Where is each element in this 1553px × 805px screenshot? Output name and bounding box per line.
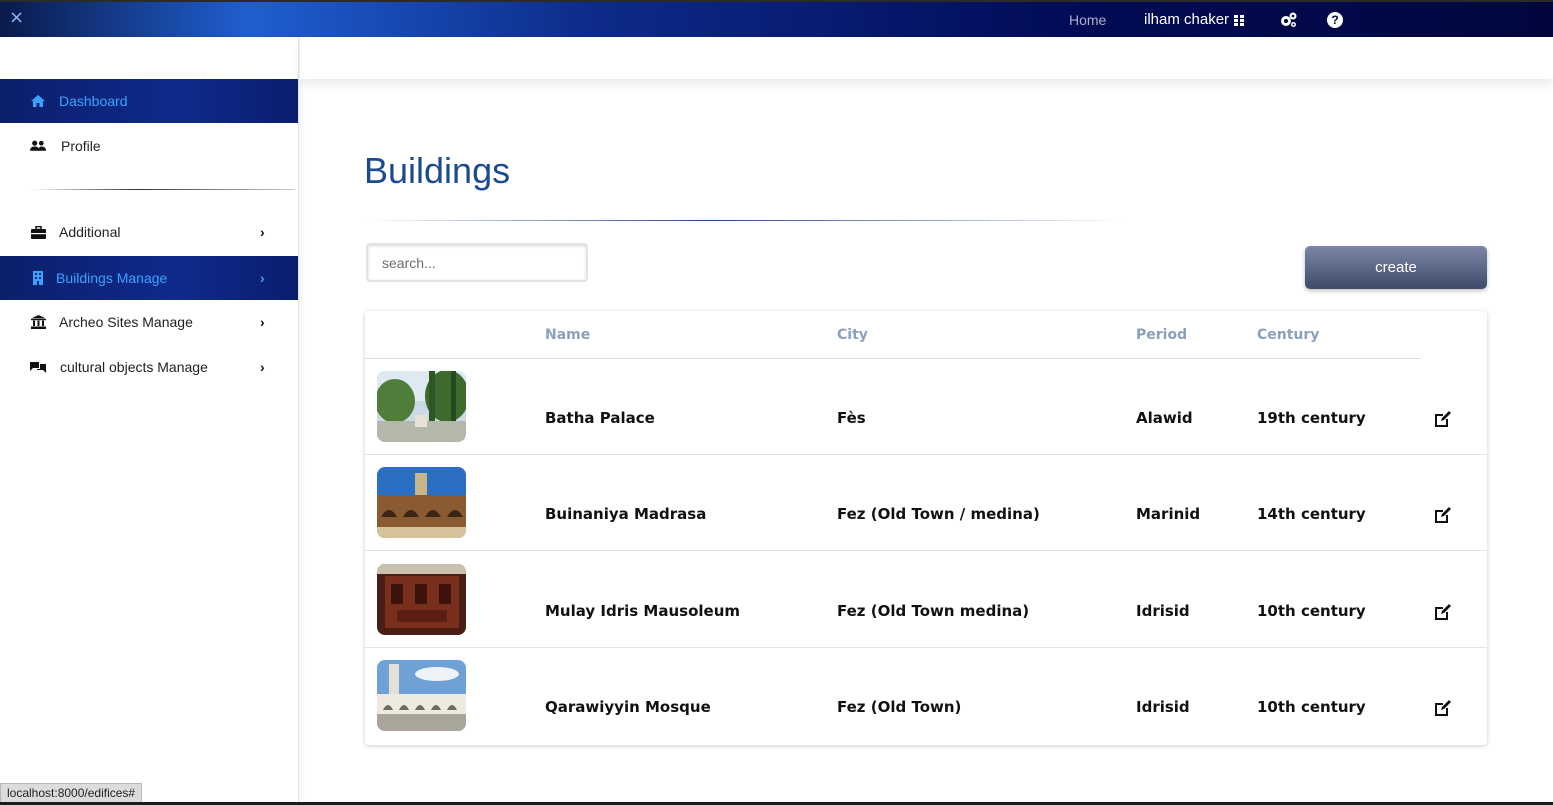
user-menu[interactable]: ilham chaker <box>1144 11 1245 28</box>
column-header-period[interactable]: Period <box>1136 327 1187 343</box>
sidebar: Dashboard Profile Additional › Buildings… <box>0 37 299 805</box>
building-thumbnail <box>377 467 466 538</box>
sidebar-divider <box>30 189 295 190</box>
sidebar-item-archeo-sites[interactable]: Archeo Sites Manage › <box>0 300 298 344</box>
cell-city: Fez (Old Town medina) <box>837 602 1030 620</box>
cell-name: Buinaniya Madrasa <box>545 505 707 523</box>
chevron-right-icon: › <box>260 270 265 286</box>
sidebar-item-label: Profile <box>61 138 101 154</box>
edit-icon[interactable] <box>1433 602 1453 622</box>
building-thumbnail <box>377 660 466 731</box>
landmark-icon <box>30 314 46 330</box>
table-row[interactable]: Batha Palace Fès Alawid 19th century <box>365 359 1487 455</box>
gears-icon[interactable] <box>1279 10 1299 30</box>
cell-century: 10th century <box>1257 698 1366 716</box>
nav-home-link[interactable]: Home <box>1069 12 1106 28</box>
cell-name: Mulay Idris Mausoleum <box>545 602 740 620</box>
sidebar-item-dashboard[interactable]: Dashboard <box>0 79 298 123</box>
sidebar-item-profile[interactable]: Profile <box>0 124 298 168</box>
cell-period: Idrisid <box>1136 602 1190 620</box>
browser-status-url: localhost:8000/edifices# <box>0 783 143 804</box>
sidebar-item-label: Dashboard <box>59 93 128 109</box>
cell-century: 10th century <box>1257 602 1366 620</box>
help-icon[interactable]: ? <box>1327 12 1343 28</box>
search-input[interactable] <box>366 243 588 282</box>
building-thumbnail <box>377 564 466 635</box>
building-thumbnail <box>377 371 466 442</box>
close-sidebar-icon[interactable]: × <box>9 8 24 28</box>
table-header: Name City Period Century <box>365 311 1421 359</box>
sidebar-item-additional[interactable]: Additional › <box>0 210 298 254</box>
top-bar: × Home ilham chaker ? <box>0 0 1553 37</box>
column-header-century[interactable]: Century <box>1257 327 1319 343</box>
sidebar-item-cultural-objects[interactable]: cultural objects Manage › <box>0 345 298 389</box>
edit-icon[interactable] <box>1433 698 1453 718</box>
sidebar-item-label: cultural objects Manage <box>60 359 208 375</box>
objects-icon <box>30 359 46 375</box>
table-row[interactable]: Qarawiyyin Mosque Fez (Old Town) Idrisid… <box>365 648 1487 744</box>
chevron-right-icon: › <box>260 224 265 240</box>
main-header-bar <box>300 37 1553 79</box>
building-icon <box>30 270 46 286</box>
sidebar-item-label: Archeo Sites Manage <box>59 314 193 330</box>
column-header-city[interactable]: City <box>837 327 868 343</box>
cell-period: Marinid <box>1136 505 1201 523</box>
cell-city: Fès <box>837 409 866 427</box>
chevron-right-icon: › <box>260 314 265 330</box>
column-header-name[interactable]: Name <box>545 327 590 343</box>
toolbox-icon <box>30 224 46 240</box>
chevron-right-icon: › <box>260 359 265 375</box>
cell-period: Idrisid <box>1136 698 1190 716</box>
title-divider <box>366 220 1128 221</box>
home-icon <box>30 93 46 109</box>
cell-period: Alawid <box>1136 409 1193 427</box>
table-row[interactable]: Mulay Idris Mausoleum Fez (Old Town medi… <box>365 552 1487 648</box>
table-row[interactable]: Buinaniya Madrasa Fez (Old Town / medina… <box>365 455 1487 551</box>
create-button[interactable]: create <box>1305 246 1487 289</box>
cell-century: 14th century <box>1257 505 1366 523</box>
cell-century: 19th century <box>1257 409 1366 427</box>
grid-icon <box>1234 14 1245 26</box>
cell-city: Fez (Old Town) <box>837 698 962 716</box>
edit-icon[interactable] <box>1433 409 1453 429</box>
cell-name: Batha Palace <box>545 409 655 427</box>
buildings-table: Name City Period Century Batha Palace Fè… <box>365 311 1487 745</box>
cell-city: Fez (Old Town / medina) <box>837 505 1040 523</box>
page-title: Buildings <box>364 150 511 191</box>
sidebar-item-label: Buildings Manage <box>56 270 168 286</box>
users-icon <box>30 138 46 154</box>
edit-icon[interactable] <box>1433 505 1453 525</box>
sidebar-item-buildings-manage[interactable]: Buildings Manage › <box>0 256 298 300</box>
user-name: ilham chaker <box>1144 11 1230 28</box>
cell-name: Qarawiyyin Mosque <box>545 698 711 716</box>
sidebar-item-label: Additional <box>59 224 121 240</box>
